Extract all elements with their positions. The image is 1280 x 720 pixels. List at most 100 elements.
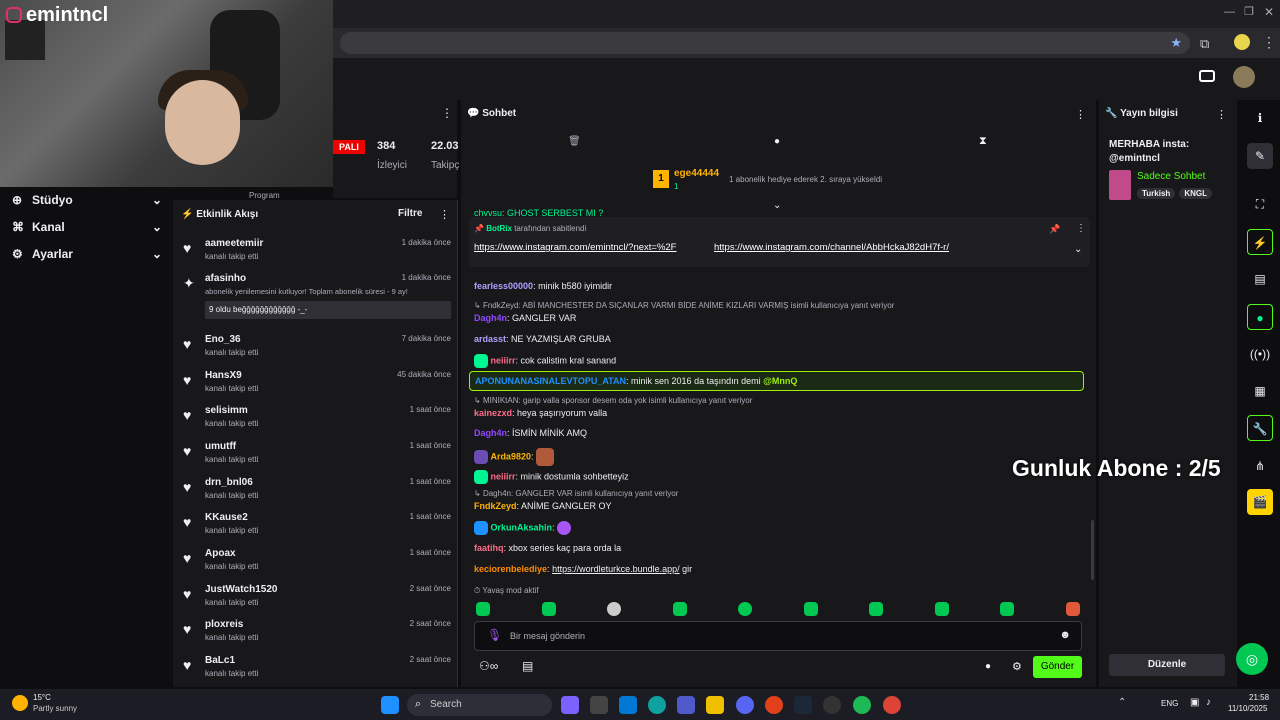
channel-handle: emintncl	[26, 4, 109, 26]
chat-message: Arda9820:	[474, 448, 555, 466]
chat-message: neiiirr: cok calistim kral sanand	[474, 354, 616, 368]
clock-time[interactable]: 21:58	[1249, 693, 1269, 702]
nav-studio[interactable]: ⊕ Stüdyo ⌄	[12, 193, 162, 213]
bookmark-star-icon[interactable]: ★	[1170, 35, 1182, 51]
chevron-down-icon: ⌄	[151, 220, 162, 234]
broadcast-icon[interactable]: ((•))	[1247, 341, 1273, 367]
steam-icon[interactable]	[794, 696, 812, 714]
filter-button[interactable]: Filtre	[398, 208, 422, 219]
send-button[interactable]: Gönder	[1033, 656, 1082, 678]
more-icon[interactable]: ⋮	[439, 208, 450, 221]
outlook-icon[interactable]	[619, 696, 637, 714]
document-icon[interactable]: ▤	[1247, 266, 1273, 292]
file-explorer-icon[interactable]	[706, 696, 724, 714]
support-chat-icon[interactable]: ◎	[1236, 643, 1268, 675]
heart-icon: ♥	[183, 586, 192, 602]
store-icon[interactable]: ▤	[522, 659, 533, 673]
emote-icon[interactable]	[1066, 602, 1080, 616]
channel-handle-overlay: emintncl	[6, 4, 108, 27]
obs-icon[interactable]	[823, 696, 841, 714]
windows-start-icon[interactable]	[381, 696, 399, 714]
pinned-link[interactable]: https://www.instagram.com/emintncl/?next…	[474, 242, 676, 253]
minimize-icon[interactable]: —	[1224, 6, 1235, 18]
hourglass-icon[interactable]: ⧗	[979, 135, 987, 148]
emote-icon[interactable]	[542, 602, 556, 616]
chat-icon[interactable]: ●	[1247, 304, 1273, 330]
emote-icon[interactable]	[804, 602, 818, 616]
emoji-icon[interactable]: ☻	[1059, 629, 1071, 641]
chat-bubble-icon[interactable]: ●	[985, 661, 991, 672]
profile-avatar[interactable]	[1234, 34, 1250, 50]
emote-icon[interactable]	[935, 602, 949, 616]
emote-icon[interactable]	[476, 602, 490, 616]
volume-icon[interactable]: ♪	[1206, 697, 1211, 708]
more-icon[interactable]: ⋮	[1216, 108, 1227, 121]
stats-strip: ⋮ PALI 384 İzleyici 22.03 Takipç Program	[249, 100, 459, 200]
taskbar-search[interactable]: ⌕ Search	[407, 694, 552, 716]
browser-menu-icon[interactable]: ⋮	[1262, 34, 1276, 51]
user-avatar[interactable]	[1233, 66, 1255, 88]
pin-icon[interactable]: 📌	[1049, 224, 1060, 235]
teams-icon[interactable]	[677, 696, 695, 714]
discord-icon[interactable]	[736, 696, 754, 714]
settings-icon[interactable]: ⚙	[1012, 660, 1022, 673]
nav-settings[interactable]: ⚙ Ayarlar ⌄	[12, 247, 162, 267]
more-icon[interactable]: ⋮	[441, 106, 453, 120]
edge-icon[interactable]	[648, 696, 666, 714]
microphone-icon[interactable]: 🎙	[487, 628, 502, 642]
mention-highlight: APONUNANASINALEVTOPU_ATAN: minik sen 201…	[469, 371, 1084, 391]
share-icon[interactable]: ⋔	[1247, 453, 1273, 479]
wrench-icon[interactable]: 🔧	[1247, 415, 1273, 441]
app-icon[interactable]	[561, 696, 579, 714]
spotify-icon[interactable]	[853, 696, 871, 714]
chat-input[interactable]: 🎙 Bir mesaj gönderin ☻	[474, 621, 1082, 651]
network-icon[interactable]: ▣	[1190, 697, 1199, 708]
creator-mode-icon[interactable]	[1199, 70, 1215, 82]
emote-icon[interactable]	[869, 602, 883, 616]
tag[interactable]: Turkish	[1137, 188, 1176, 199]
info-icon[interactable]: ℹ	[1247, 105, 1273, 131]
edit-icon[interactable]: ✎	[1247, 143, 1273, 169]
emote-icon[interactable]	[1000, 602, 1014, 616]
nav-channel[interactable]: ⌘ Kanal ⌄	[12, 220, 162, 240]
more-icon[interactable]: ⋮	[1075, 108, 1086, 121]
category-name[interactable]: Sadece Sohbet	[1137, 171, 1205, 182]
chat-message: fearless00000: minik b580 iyimidir	[474, 281, 613, 291]
reply-context: ↳ Dagh4n: GANGLER VAR isimli kullanıcıya…	[474, 489, 679, 498]
tag[interactable]: KNGL	[1179, 188, 1212, 199]
pinned-header: 📌 BotRix tarafından sabitlendi	[474, 224, 587, 233]
chevron-up-icon[interactable]: ⌃	[1118, 697, 1126, 708]
chevron-down-icon[interactable]: ⌄	[1074, 244, 1082, 255]
input-language[interactable]: ENG	[1161, 699, 1178, 708]
trash-icon[interactable]: 🗑	[568, 136, 581, 147]
community-icon[interactable]: ⚇∞	[479, 659, 498, 673]
chat-link[interactable]: https://wordleturkce.bundle.app/	[552, 564, 680, 574]
pinned-link[interactable]: https://www.instagram.com/channel/AbbHck…	[714, 242, 949, 253]
more-icon[interactable]: ⋮	[1076, 223, 1086, 234]
chat-message: keciorenbelediye: https://wordleturkce.b…	[474, 564, 693, 574]
emote-icon[interactable]	[673, 602, 687, 616]
slow-mode-indicator: ⏱ Yavaş mod aktif	[474, 586, 539, 595]
clapper-icon[interactable]: 🎬	[1247, 489, 1273, 515]
brave-icon[interactable]	[765, 696, 783, 714]
lightning-icon[interactable]: ⚡	[1247, 229, 1273, 255]
program-label: Program	[249, 191, 280, 200]
emote-icon[interactable]	[738, 602, 752, 616]
activity-item: ✦ afasinho abonelik yenilemesini kutluyor!…	[183, 273, 451, 321]
close-icon[interactable]: ✕	[1264, 5, 1274, 19]
chevron-down-icon[interactable]: ⌄	[773, 200, 781, 211]
weather-icon[interactable]	[12, 695, 28, 711]
emote-icon[interactable]	[607, 602, 621, 616]
crop-icon[interactable]: ⛶	[1247, 191, 1273, 217]
clock-date[interactable]: 11/10/2025	[1228, 704, 1267, 713]
chat-bubble-icon[interactable]: ●	[774, 136, 780, 147]
stack-icon[interactable]: ▦	[1247, 378, 1273, 404]
chrome-icon[interactable]	[883, 696, 901, 714]
extensions-icon[interactable]: ⧉	[1200, 36, 1209, 52]
chat-scrollbar[interactable]	[1091, 520, 1094, 580]
heart-icon: ♥	[183, 550, 192, 566]
maximize-icon[interactable]: ❐	[1244, 5, 1254, 18]
edit-button[interactable]: Düzenle	[1109, 654, 1225, 676]
address-bar[interactable]: ★	[340, 32, 1190, 54]
store-icon[interactable]	[590, 696, 608, 714]
